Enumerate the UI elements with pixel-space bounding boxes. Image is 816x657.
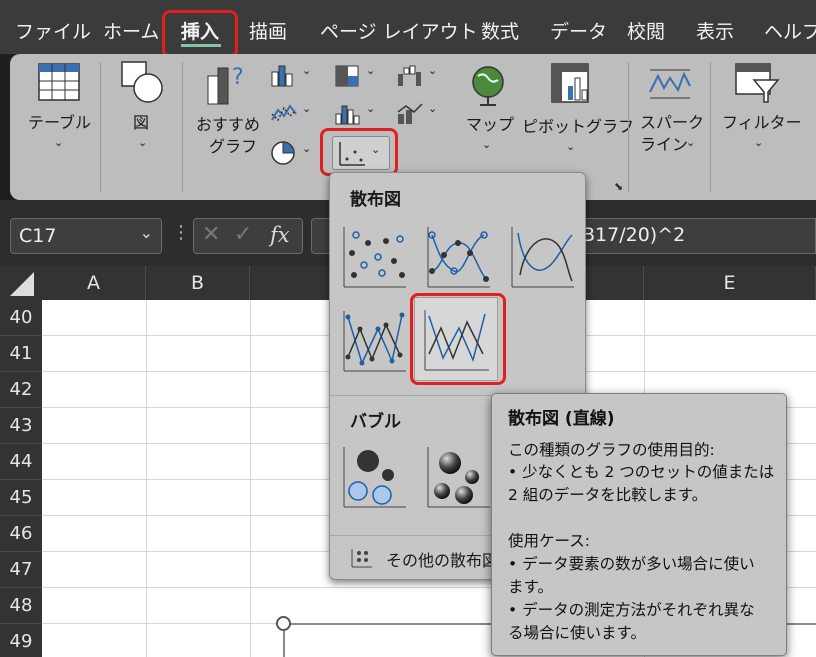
scatter-section-title: 散布図 xyxy=(350,190,401,210)
chevron-down-icon[interactable]: ⌄ xyxy=(428,102,437,115)
row-header[interactable]: 40 xyxy=(0,300,42,336)
row-header[interactable]: 45 xyxy=(0,480,42,516)
row-header[interactable]: 49 xyxy=(0,624,42,657)
resize-handle[interactable] xyxy=(276,616,291,631)
svg-text:?: ? xyxy=(232,65,244,90)
tooltip-text: ます。 xyxy=(508,578,553,596)
shapes-icon[interactable] xyxy=(120,60,164,108)
column-header-e[interactable]: E xyxy=(644,266,816,300)
tooltip-usage-heading: 使用ケース: xyxy=(508,532,590,550)
scatter-markers-thumbnail[interactable] xyxy=(338,221,410,293)
highlight-insert-tab xyxy=(162,10,238,58)
ribbon-separator xyxy=(710,62,711,192)
tab-file[interactable]: ファイル xyxy=(15,17,91,44)
row-header[interactable]: 41 xyxy=(0,336,42,372)
select-all-corner[interactable] xyxy=(0,266,42,300)
chevron-down-icon[interactable]: ⌄ xyxy=(138,136,147,149)
scatter-smooth-markers-thumbnail[interactable] xyxy=(422,221,494,293)
chevron-down-icon[interactable]: ⌄ xyxy=(428,64,437,77)
tab-data[interactable]: データ xyxy=(550,17,607,44)
row-header[interactable]: 42 xyxy=(0,372,42,408)
column-header-b[interactable]: B xyxy=(146,266,250,300)
tab-formulas[interactable]: 数式 xyxy=(481,17,519,44)
chevron-down-icon[interactable]: ⌄ xyxy=(366,102,375,115)
bubble-section-title: バブル xyxy=(350,412,401,432)
tooltip-text: • データ要素の数が多い場合に使い xyxy=(508,555,755,573)
formula-text: B17/20)^2 xyxy=(582,224,686,246)
waterfall-chart-icon[interactable] xyxy=(396,64,424,92)
chevron-down-icon[interactable]: ⌄ xyxy=(482,138,491,151)
chevron-down-icon[interactable]: ⌄ xyxy=(140,223,153,242)
sparkline-icon[interactable] xyxy=(648,66,692,106)
scatter-straight-markers-thumbnail[interactable] xyxy=(338,305,410,377)
bubble-thumbnail[interactable] xyxy=(338,441,410,513)
tooltip-text: る場合に使います。 xyxy=(508,624,646,642)
chevron-down-icon[interactable]: ⌄ xyxy=(686,136,695,149)
recommended-label-2[interactable]: グラフ xyxy=(209,136,257,158)
check-icon[interactable]: ✓ xyxy=(234,222,252,247)
highlight-scatter-button xyxy=(320,128,398,176)
globe-icon[interactable] xyxy=(470,64,506,112)
chevron-down-icon[interactable]: ⌄ xyxy=(566,140,575,153)
column-chart-icon[interactable] xyxy=(270,64,298,92)
tooltip-text: 2 組のデータを比較します。 xyxy=(508,486,708,504)
ribbon-separator xyxy=(628,62,629,192)
tab-view[interactable]: 表示 xyxy=(696,17,734,44)
combo-chart-icon[interactable] xyxy=(396,102,424,130)
bubble-3d-thumbnail[interactable] xyxy=(422,441,494,513)
pivot-chart-icon[interactable] xyxy=(550,62,592,110)
line-chart-icon[interactable] xyxy=(270,102,298,130)
row-header[interactable]: 47 xyxy=(0,552,42,588)
tooltip-text: • データの測定方法がそれぞれ異な xyxy=(508,601,755,619)
tab-help[interactable]: ヘルプ xyxy=(764,17,816,44)
more-scatter-charts-icon[interactable] xyxy=(350,547,374,573)
tooltip-purpose-heading: この種類のグラフの使用目的: xyxy=(508,441,715,459)
pivot-chart-label[interactable]: ピボットグラフ xyxy=(522,116,634,138)
more-options-icon[interactable]: ⋮ xyxy=(172,222,190,243)
name-box[interactable]: C17 ⌄ xyxy=(10,218,162,254)
chevron-down-icon[interactable]: ⌄ xyxy=(302,102,311,115)
chevron-down-icon[interactable]: ⌄ xyxy=(54,136,63,149)
tab-page-layout[interactable]: ページ レイアウト xyxy=(320,17,478,44)
tab-draw[interactable]: 描画 xyxy=(249,17,287,44)
tab-home[interactable]: ホーム xyxy=(103,17,159,44)
tab-review[interactable]: 校閲 xyxy=(627,17,665,44)
row-header[interactable]: 43 xyxy=(0,408,42,444)
insert-function-button[interactable]: fx xyxy=(270,223,290,247)
row-header[interactable]: 48 xyxy=(0,588,42,624)
formula-buttons: ✕ ✓ fx xyxy=(193,218,303,254)
scatter-smooth-lines-thumbnail[interactable] xyxy=(506,221,578,293)
chevron-down-icon[interactable]: ⌄ xyxy=(754,136,763,149)
chevron-down-icon[interactable]: ⌄ xyxy=(366,64,375,77)
cancel-icon[interactable]: ✕ xyxy=(202,222,220,247)
chevron-down-icon[interactable]: ⌄ xyxy=(302,142,311,155)
sparkline-label-2[interactable]: ライン xyxy=(640,134,688,156)
table-icon[interactable] xyxy=(38,62,80,106)
recommended-charts-icon[interactable]: ? xyxy=(206,62,252,110)
filter-label[interactable]: フィルター xyxy=(722,112,802,134)
highlight-selected-chart xyxy=(410,293,506,385)
more-scatter-charts-link[interactable]: その他の散布図 xyxy=(386,547,498,571)
menu-tab-bar: ファイル ホーム 挿入 描画 ページ レイアウト 数式 データ 校閲 表示 ヘル… xyxy=(0,0,816,54)
table-label[interactable]: テーブル xyxy=(28,112,91,134)
recommended-label-1[interactable]: おすすめ xyxy=(196,114,260,136)
map-label[interactable]: マップ xyxy=(466,114,514,136)
dialog-launcher-icon[interactable]: ⬊ xyxy=(614,180,623,193)
tooltip-title: 散布図 (直線) xyxy=(508,409,615,429)
statistic-chart-icon[interactable] xyxy=(334,102,362,130)
name-box-value: C17 xyxy=(19,225,57,247)
column-header-a[interactable]: A xyxy=(42,266,146,300)
chevron-down-icon[interactable]: ⌄ xyxy=(302,64,311,77)
chart-type-tooltip: 散布図 (直線) この種類のグラフの使用目的: • 少なくとも 2 つのセットの… xyxy=(491,393,787,656)
tooltip-text: • 少なくとも 2 つのセットの値または xyxy=(508,463,775,481)
figure-label[interactable]: 図 xyxy=(133,112,149,134)
ribbon-separator xyxy=(100,62,101,192)
filter-icon[interactable] xyxy=(734,62,780,110)
pie-chart-icon[interactable] xyxy=(270,140,298,170)
row-header[interactable]: 46 xyxy=(0,516,42,552)
row-header[interactable]: 44 xyxy=(0,444,42,480)
ribbon-separator xyxy=(182,62,183,192)
sparkline-label-1[interactable]: スパーク xyxy=(640,112,704,134)
hierarchy-chart-icon[interactable] xyxy=(334,64,362,92)
